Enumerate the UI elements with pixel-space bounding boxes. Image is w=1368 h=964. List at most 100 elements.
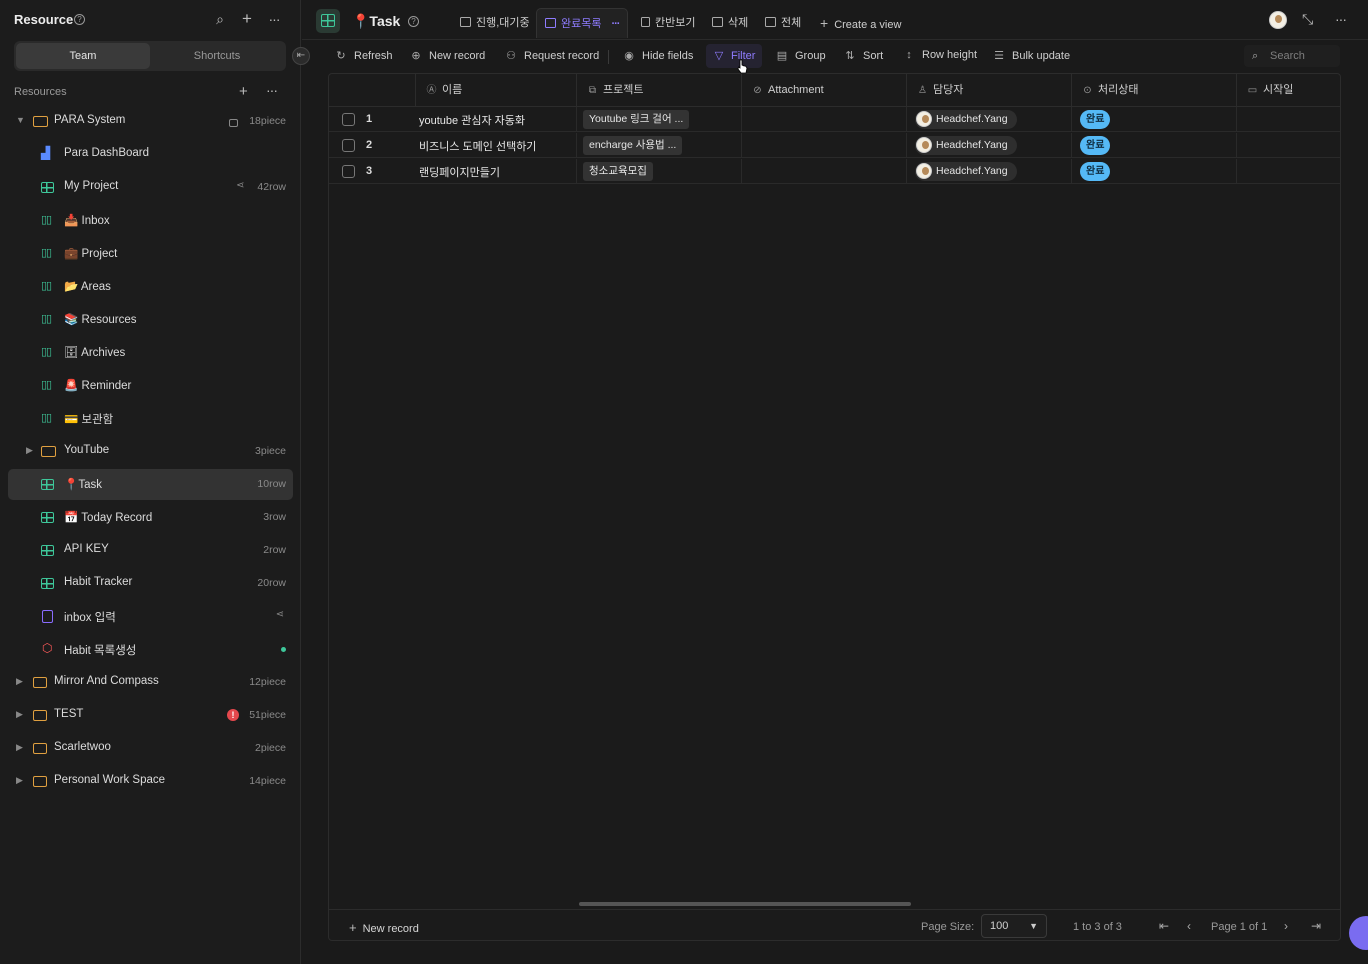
segment-team[interactable]: Team	[16, 43, 150, 69]
cell-attachment[interactable]	[741, 107, 906, 132]
tree-folder-test[interactable]: ▶ TEST ! 51piece	[8, 700, 293, 731]
next-page-icon[interactable]: ›	[1284, 919, 1288, 933]
owner-tag[interactable]: Headchef.Yang	[915, 162, 1017, 181]
tree-item-areas[interactable]: ▯▯ 📂 Areas	[8, 271, 293, 302]
tab-in-progress[interactable]: 진행,대기중	[460, 8, 530, 38]
cell-project[interactable]: 청소교육모집	[576, 159, 741, 184]
refresh-button[interactable]: ↻ Refresh	[335, 49, 392, 62]
column-header-project[interactable]: ⧉ 프로젝트	[576, 74, 741, 107]
caret-down-icon[interactable]: ▼	[16, 115, 26, 125]
tab-deleted[interactable]: 삭제	[712, 8, 748, 38]
column-header-name[interactable]: Ⓐ 이름	[415, 74, 576, 107]
filter-button[interactable]: ▽ Filter	[706, 44, 763, 68]
tree-folder-youtube[interactable]: ▶ YouTube 3piece	[8, 436, 293, 467]
caret-right-icon[interactable]: ▶	[16, 709, 26, 719]
user-avatar[interactable]	[1269, 11, 1287, 29]
request-record-button[interactable]: ⚇ Request record	[505, 49, 599, 62]
row-checkbox[interactable]	[342, 139, 355, 152]
tree-item-api-key[interactable]: API KEY 2row	[8, 535, 293, 566]
bulk-update-button[interactable]: ☰ Bulk update	[993, 49, 1070, 62]
tab-kanban[interactable]: 칸반보기	[641, 8, 695, 38]
tree-folder-para-system[interactable]: ▼ PARA System 18piece	[8, 106, 293, 137]
tree-item-inbox-input[interactable]: inbox 입력 ⋖	[8, 601, 293, 632]
cell-name[interactable]: youtube 관심자 자동화	[419, 112, 525, 128]
cell-status[interactable]: 완료	[1071, 159, 1236, 184]
more-icon[interactable]: ···	[266, 11, 282, 27]
cell-name[interactable]: 비즈니스 도메인 선택하기	[419, 138, 536, 154]
tab-all[interactable]: 전체	[765, 8, 801, 38]
add-icon[interactable]: +	[239, 10, 255, 27]
collapse-sidebar-icon[interactable]: ⇤	[292, 47, 310, 65]
cell-attachment[interactable]	[741, 159, 906, 184]
cell-project[interactable]: encharge 사용법 ...	[576, 133, 741, 158]
column-header-owner[interactable]: ♙ 담당자	[906, 74, 1071, 107]
tree-item-habit-generate[interactable]: ⬡ Habit 목록생성	[8, 634, 293, 665]
new-record-button[interactable]: ⊕ New record	[410, 49, 485, 62]
column-header-start-date[interactable]: ▭ 시작일	[1236, 74, 1340, 107]
assistant-fab[interactable]	[1349, 916, 1368, 950]
group-button[interactable]: ▤ Group	[776, 49, 826, 62]
tree-folder-mirror-compass[interactable]: ▶ Mirror And Compass 12piece	[8, 667, 293, 698]
search-icon[interactable]: ⌕	[212, 11, 228, 27]
tree-item-inbox[interactable]: ▯▯ 📥 Inbox	[8, 205, 293, 236]
help-icon[interactable]: ?	[408, 16, 419, 27]
tree-folder-scarletwoo[interactable]: ▶ Scarletwoo 2piece	[8, 733, 293, 764]
cell-start-date[interactable]	[1236, 133, 1340, 158]
tree-item-storage[interactable]: ▯▯ 💳 보관함	[8, 403, 293, 434]
cell-status[interactable]: 완료	[1071, 133, 1236, 158]
table-row[interactable]: 2 비즈니스 도메인 선택하기 encharge 사용법 ... Headche…	[329, 133, 1340, 158]
table-row[interactable]: 1 youtube 관심자 자동화 Youtube 링크 걸어 ... Head…	[329, 107, 1340, 132]
column-header-attachment[interactable]: ⊘ Attachment	[741, 74, 906, 107]
caret-right-icon[interactable]: ▶	[16, 775, 26, 785]
cell-owner[interactable]: Headchef.Yang	[906, 133, 1071, 158]
add-resource-icon[interactable]: +	[239, 83, 248, 100]
project-chip[interactable]: 청소교육모집	[583, 162, 653, 181]
column-header-status[interactable]: ⊙ 처리상태	[1071, 74, 1236, 107]
owner-tag[interactable]: Headchef.Yang	[915, 136, 1017, 155]
tree-item-archives[interactable]: ▯▯ 🗄 Archives	[8, 337, 293, 368]
caret-right-icon[interactable]: ▶	[16, 742, 26, 752]
tab-completed[interactable]: 완료목록 ···	[536, 8, 629, 38]
project-chip[interactable]: Youtube 링크 걸어 ...	[583, 110, 690, 129]
hide-fields-button[interactable]: ◉ Hide fields	[623, 49, 693, 62]
cell-name[interactable]: 랜딩페이지만들기	[419, 164, 500, 180]
project-chip[interactable]: encharge 사용법 ...	[583, 136, 683, 155]
owner-tag[interactable]: Headchef.Yang	[915, 110, 1017, 129]
help-icon[interactable]: ?	[74, 14, 85, 25]
sort-button[interactable]: ⇅ Sort	[844, 49, 883, 62]
prev-page-icon[interactable]: ‹	[1187, 919, 1191, 933]
horizontal-scrollbar[interactable]	[579, 902, 911, 906]
collapse-arrows-icon[interactable]: ⤡	[1302, 11, 1313, 28]
footer-new-record-button[interactable]: + New record	[349, 920, 419, 935]
cell-project[interactable]: Youtube 링크 걸어 ...	[576, 107, 741, 132]
tree-folder-personal-workspace[interactable]: ▶ Personal Work Space 14piece	[8, 766, 293, 797]
tree-item-para-dashboard[interactable]: ▟ Para DashBoard	[8, 139, 293, 170]
resources-more-icon[interactable]: ···	[266, 82, 278, 98]
tree-item-habit-tracker[interactable]: Habit Tracker 20row	[8, 568, 293, 599]
first-page-icon[interactable]: ⇤	[1159, 919, 1169, 933]
cell-owner[interactable]: Headchef.Yang	[906, 107, 1071, 132]
segment-shortcuts[interactable]: Shortcuts	[150, 43, 284, 69]
cell-status[interactable]: 완료	[1071, 107, 1236, 132]
tree-item-task[interactable]: 📍Task 10row	[8, 469, 293, 500]
last-page-icon[interactable]: ⇥	[1311, 919, 1321, 933]
cell-attachment[interactable]	[741, 133, 906, 158]
page-size-select[interactable]: 100 ▼	[981, 914, 1047, 938]
tab-more-icon[interactable]: ···	[611, 18, 620, 30]
tree-item-reminder[interactable]: ▯▯ 🚨 Reminder	[8, 370, 293, 401]
tree-item-today-record[interactable]: 📅 Today Record 3row	[8, 502, 293, 533]
table-row[interactable]: 3 랜딩페이지만들기 청소교육모집 Headchef.Yang 완료	[329, 159, 1340, 184]
cell-start-date[interactable]	[1236, 107, 1340, 132]
tree-item-my-project[interactable]: My Project ⋖ 42row	[8, 172, 293, 203]
more-icon[interactable]: ···	[1335, 11, 1347, 27]
tree-item-project[interactable]: ▯▯ 💼 Project	[8, 238, 293, 269]
create-view-button[interactable]: + Create a view	[820, 8, 901, 38]
caret-right-icon[interactable]: ▶	[16, 676, 26, 686]
row-checkbox[interactable]	[342, 113, 355, 126]
caret-right-icon[interactable]: ▶	[26, 445, 36, 455]
row-height-button[interactable]: ↕ Row height	[903, 49, 977, 61]
tree-item-resources[interactable]: ▯▯ 📚 Resources	[8, 304, 293, 335]
cell-start-date[interactable]	[1236, 159, 1340, 184]
search-input[interactable]: ⌕ Search	[1244, 45, 1340, 67]
cell-owner[interactable]: Headchef.Yang	[906, 159, 1071, 184]
